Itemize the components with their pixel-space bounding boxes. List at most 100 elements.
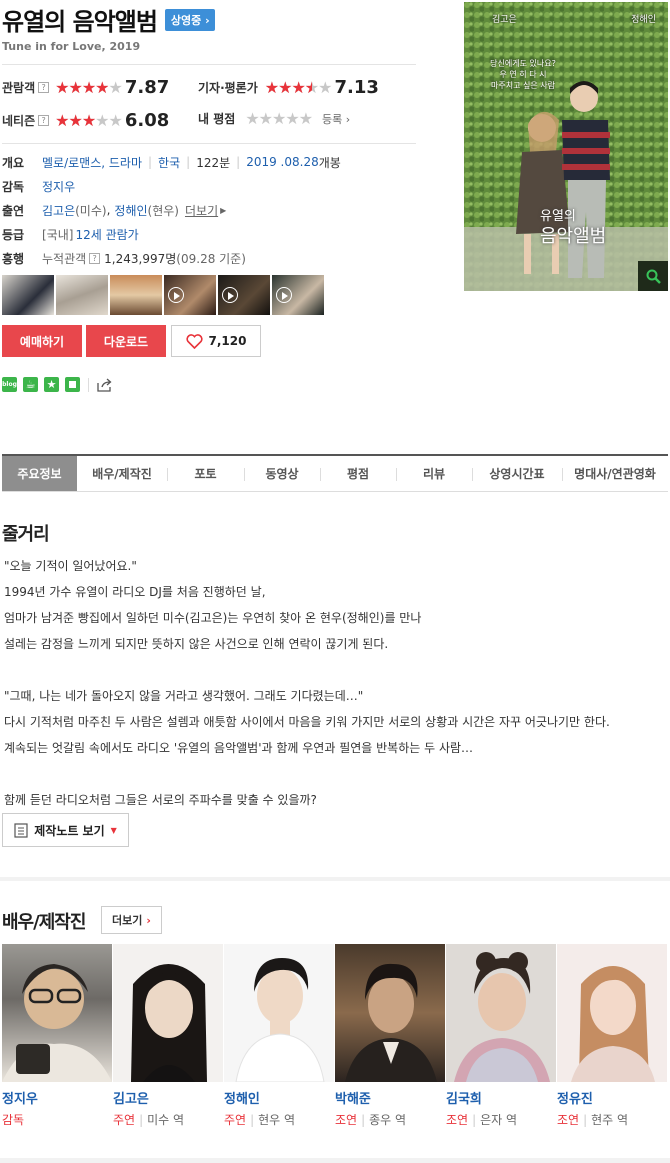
person-photo[interactable] bbox=[446, 944, 556, 1082]
director-link[interactable]: 정지우 bbox=[42, 178, 75, 195]
status-badge[interactable]: 상영중 › bbox=[164, 8, 215, 31]
cast-link-2[interactable]: 정해인 bbox=[114, 202, 147, 219]
grade-link[interactable]: 12세 관람가 bbox=[75, 226, 138, 243]
movie-title: 유열의 음악앨범 상영중 › bbox=[2, 2, 215, 37]
cast-more-button[interactable]: 더보기 › bbox=[101, 906, 162, 934]
person-name[interactable]: 김고은 bbox=[113, 1088, 223, 1107]
movie-poster[interactable]: 김고은 정해인 당신에게도 있나요? 우 연 히 다 시 마주치고 싶은 사람 … bbox=[464, 2, 668, 291]
person-name[interactable]: 정지우 bbox=[2, 1088, 112, 1107]
cast-card[interactable]: 김국희 조연 | 은자 역 bbox=[446, 944, 556, 1128]
critic-rating-label: 기자·평론가 bbox=[198, 81, 258, 95]
section-divider bbox=[0, 877, 670, 881]
caret-down-icon: ▼ bbox=[110, 825, 117, 835]
synopsis-line: 엄마가 남겨준 빵집에서 일하던 미수(김고은)는 우연히 찾아 온 현우(정해… bbox=[4, 611, 422, 625]
cast-card[interactable]: 정지우 감독 bbox=[2, 944, 112, 1128]
document-icon bbox=[14, 822, 28, 838]
cast-card[interactable]: 정유진 조연 | 현주 역 bbox=[557, 944, 667, 1128]
runtime: 122분 bbox=[196, 155, 231, 170]
my-rating-label: 내 평점 bbox=[198, 112, 236, 126]
reserve-button[interactable]: 예매하기 bbox=[2, 325, 82, 357]
tab-photo[interactable]: 포토 bbox=[167, 456, 244, 491]
separator: | bbox=[236, 155, 241, 169]
release-date-link[interactable]: 2019 .08.28 bbox=[246, 155, 319, 169]
audience-rating-label: 관람객? bbox=[2, 79, 50, 96]
production-notes-button[interactable]: 제작노트 보기 ▼ bbox=[2, 813, 129, 847]
role-type: 조연 bbox=[557, 1113, 580, 1127]
tagline-line: 마주치고 싶은 사람 bbox=[491, 81, 555, 90]
role-type: 주연 bbox=[113, 1113, 136, 1127]
cast-more-link[interactable]: 더보기 bbox=[185, 202, 218, 219]
tab-rating[interactable]: 평점 bbox=[320, 456, 396, 491]
photo-image bbox=[571, 966, 655, 1082]
photo-thumbnail[interactable] bbox=[2, 275, 54, 315]
poster-image bbox=[464, 2, 668, 291]
movie-subtitle: Tune in for Love, 2019 bbox=[2, 40, 141, 53]
video-thumbnail[interactable] bbox=[164, 275, 216, 315]
cast-card[interactable]: 김고은 주연 | 미수 역 bbox=[113, 944, 223, 1128]
cast-more-label: 더보기 bbox=[184, 203, 219, 218]
my-rating: 내 평점 ★★★★★★★★★★ 등록 › bbox=[198, 110, 350, 127]
blog-share-icon[interactable]: blog bbox=[2, 377, 17, 392]
photo-thumbnail[interactable] bbox=[110, 275, 162, 315]
register-label: 등록 bbox=[322, 112, 343, 126]
tab-main-info[interactable]: 주요정보 bbox=[2, 456, 77, 491]
person-name[interactable]: 박해준 bbox=[335, 1088, 445, 1107]
help-icon[interactable]: ? bbox=[89, 252, 101, 264]
cast-link-1[interactable]: 김고은 bbox=[42, 202, 75, 219]
person-photo[interactable] bbox=[335, 944, 445, 1082]
cast-card[interactable]: 정해인 주연 | 현우 역 bbox=[224, 944, 334, 1128]
tab-showtimes[interactable]: 상영시간표 bbox=[472, 456, 562, 491]
poster-title: 유열의 음악앨범 bbox=[540, 207, 606, 247]
help-icon[interactable]: ? bbox=[38, 82, 50, 93]
like-button[interactable]: 7,120 bbox=[171, 325, 261, 357]
me2day-share-icon[interactable] bbox=[65, 377, 80, 392]
person-role: 조연 | 종우 역 bbox=[335, 1111, 445, 1128]
help-icon[interactable]: ? bbox=[38, 115, 50, 126]
role-type: 조연 bbox=[446, 1113, 469, 1127]
photo-thumbnail[interactable] bbox=[56, 275, 108, 315]
tab-quotes[interactable]: 명대사/연관영화 bbox=[562, 456, 668, 491]
play-icon bbox=[276, 287, 292, 303]
grade-row: 등급 [국내] 12세 관람가 bbox=[2, 222, 416, 246]
bookmark-star-icon[interactable]: ★ bbox=[44, 377, 59, 392]
person-photo[interactable] bbox=[224, 944, 334, 1082]
tab-video[interactable]: 동영상 bbox=[244, 456, 320, 491]
synopsis-line: 함께 듣던 라디오처럼 그들은 서로의 주파수를 맞출 수 있을까? bbox=[4, 793, 317, 807]
country-link[interactable]: 한국 bbox=[158, 154, 180, 171]
role-type: 주연 bbox=[224, 1113, 247, 1127]
genre-link[interactable]: 멜로/로맨스, 드라마 bbox=[42, 154, 142, 171]
role-part: 은자 역 bbox=[480, 1113, 518, 1127]
cast-card[interactable]: 박해준 조연 | 종우 역 bbox=[335, 944, 445, 1128]
person-name[interactable]: 정해인 bbox=[224, 1088, 334, 1107]
synopsis-line: 1994년 가수 유열이 라디오 DJ를 처음 진행하던 날, bbox=[4, 585, 266, 599]
person-photo[interactable] bbox=[113, 944, 223, 1082]
person-name[interactable]: 정유진 bbox=[557, 1088, 667, 1107]
synopsis-line: 다시 기적처럼 마주친 두 사람은 설렘과 애틋함 사이에서 마음을 키워 가지… bbox=[4, 715, 610, 729]
section-divider bbox=[0, 1158, 670, 1163]
person-role: 감독 bbox=[2, 1111, 112, 1128]
synopsis-line: 계속되는 엇갈림 속에서도 라디오 '유열의 음악앨범'과 함께 우연과 필연을… bbox=[4, 741, 474, 755]
poster-zoom-button[interactable] bbox=[638, 261, 668, 291]
share-icon[interactable] bbox=[97, 378, 113, 392]
tab-cast[interactable]: 배우/제작진 bbox=[77, 456, 167, 491]
netizen-score: 6.08 bbox=[124, 110, 170, 131]
share-icons: blog ☕ ★ bbox=[2, 377, 113, 392]
box-office-value: 1,243,997명 bbox=[104, 251, 177, 266]
video-thumbnail[interactable] bbox=[218, 275, 270, 315]
register-rating-link[interactable]: 등록 › bbox=[322, 111, 350, 127]
divider bbox=[88, 377, 89, 392]
tab-review[interactable]: 리뷰 bbox=[396, 456, 472, 491]
critic-stars: ★★★★★★★★★★ bbox=[264, 77, 333, 97]
video-thumbnail[interactable] bbox=[272, 275, 324, 315]
cast-role-1: (미수) bbox=[75, 203, 107, 218]
cast-list: 정지우 감독 김고은 주연 | 미수 역 정해인 주연 | 현우 역 박해준 조연 | 종우… bbox=[2, 944, 667, 1128]
person-photo[interactable] bbox=[2, 944, 112, 1082]
my-rating-stars[interactable]: ★★★★★★★★★★ bbox=[245, 110, 313, 127]
synopsis-line: "그때, 나는 네가 돌아오지 않을 거라고 생각했어. 그래도 기다렸는데…" bbox=[4, 689, 364, 703]
synopsis-line: "오늘 기적이 일어났어요." bbox=[4, 559, 137, 573]
netizen-stars: ★★★★★★★★★★ bbox=[55, 110, 123, 130]
person-photo[interactable] bbox=[557, 944, 667, 1082]
person-name[interactable]: 김국희 bbox=[446, 1088, 556, 1107]
cafe-share-icon[interactable]: ☕ bbox=[23, 377, 38, 392]
download-button[interactable]: 다운로드 bbox=[86, 325, 166, 357]
